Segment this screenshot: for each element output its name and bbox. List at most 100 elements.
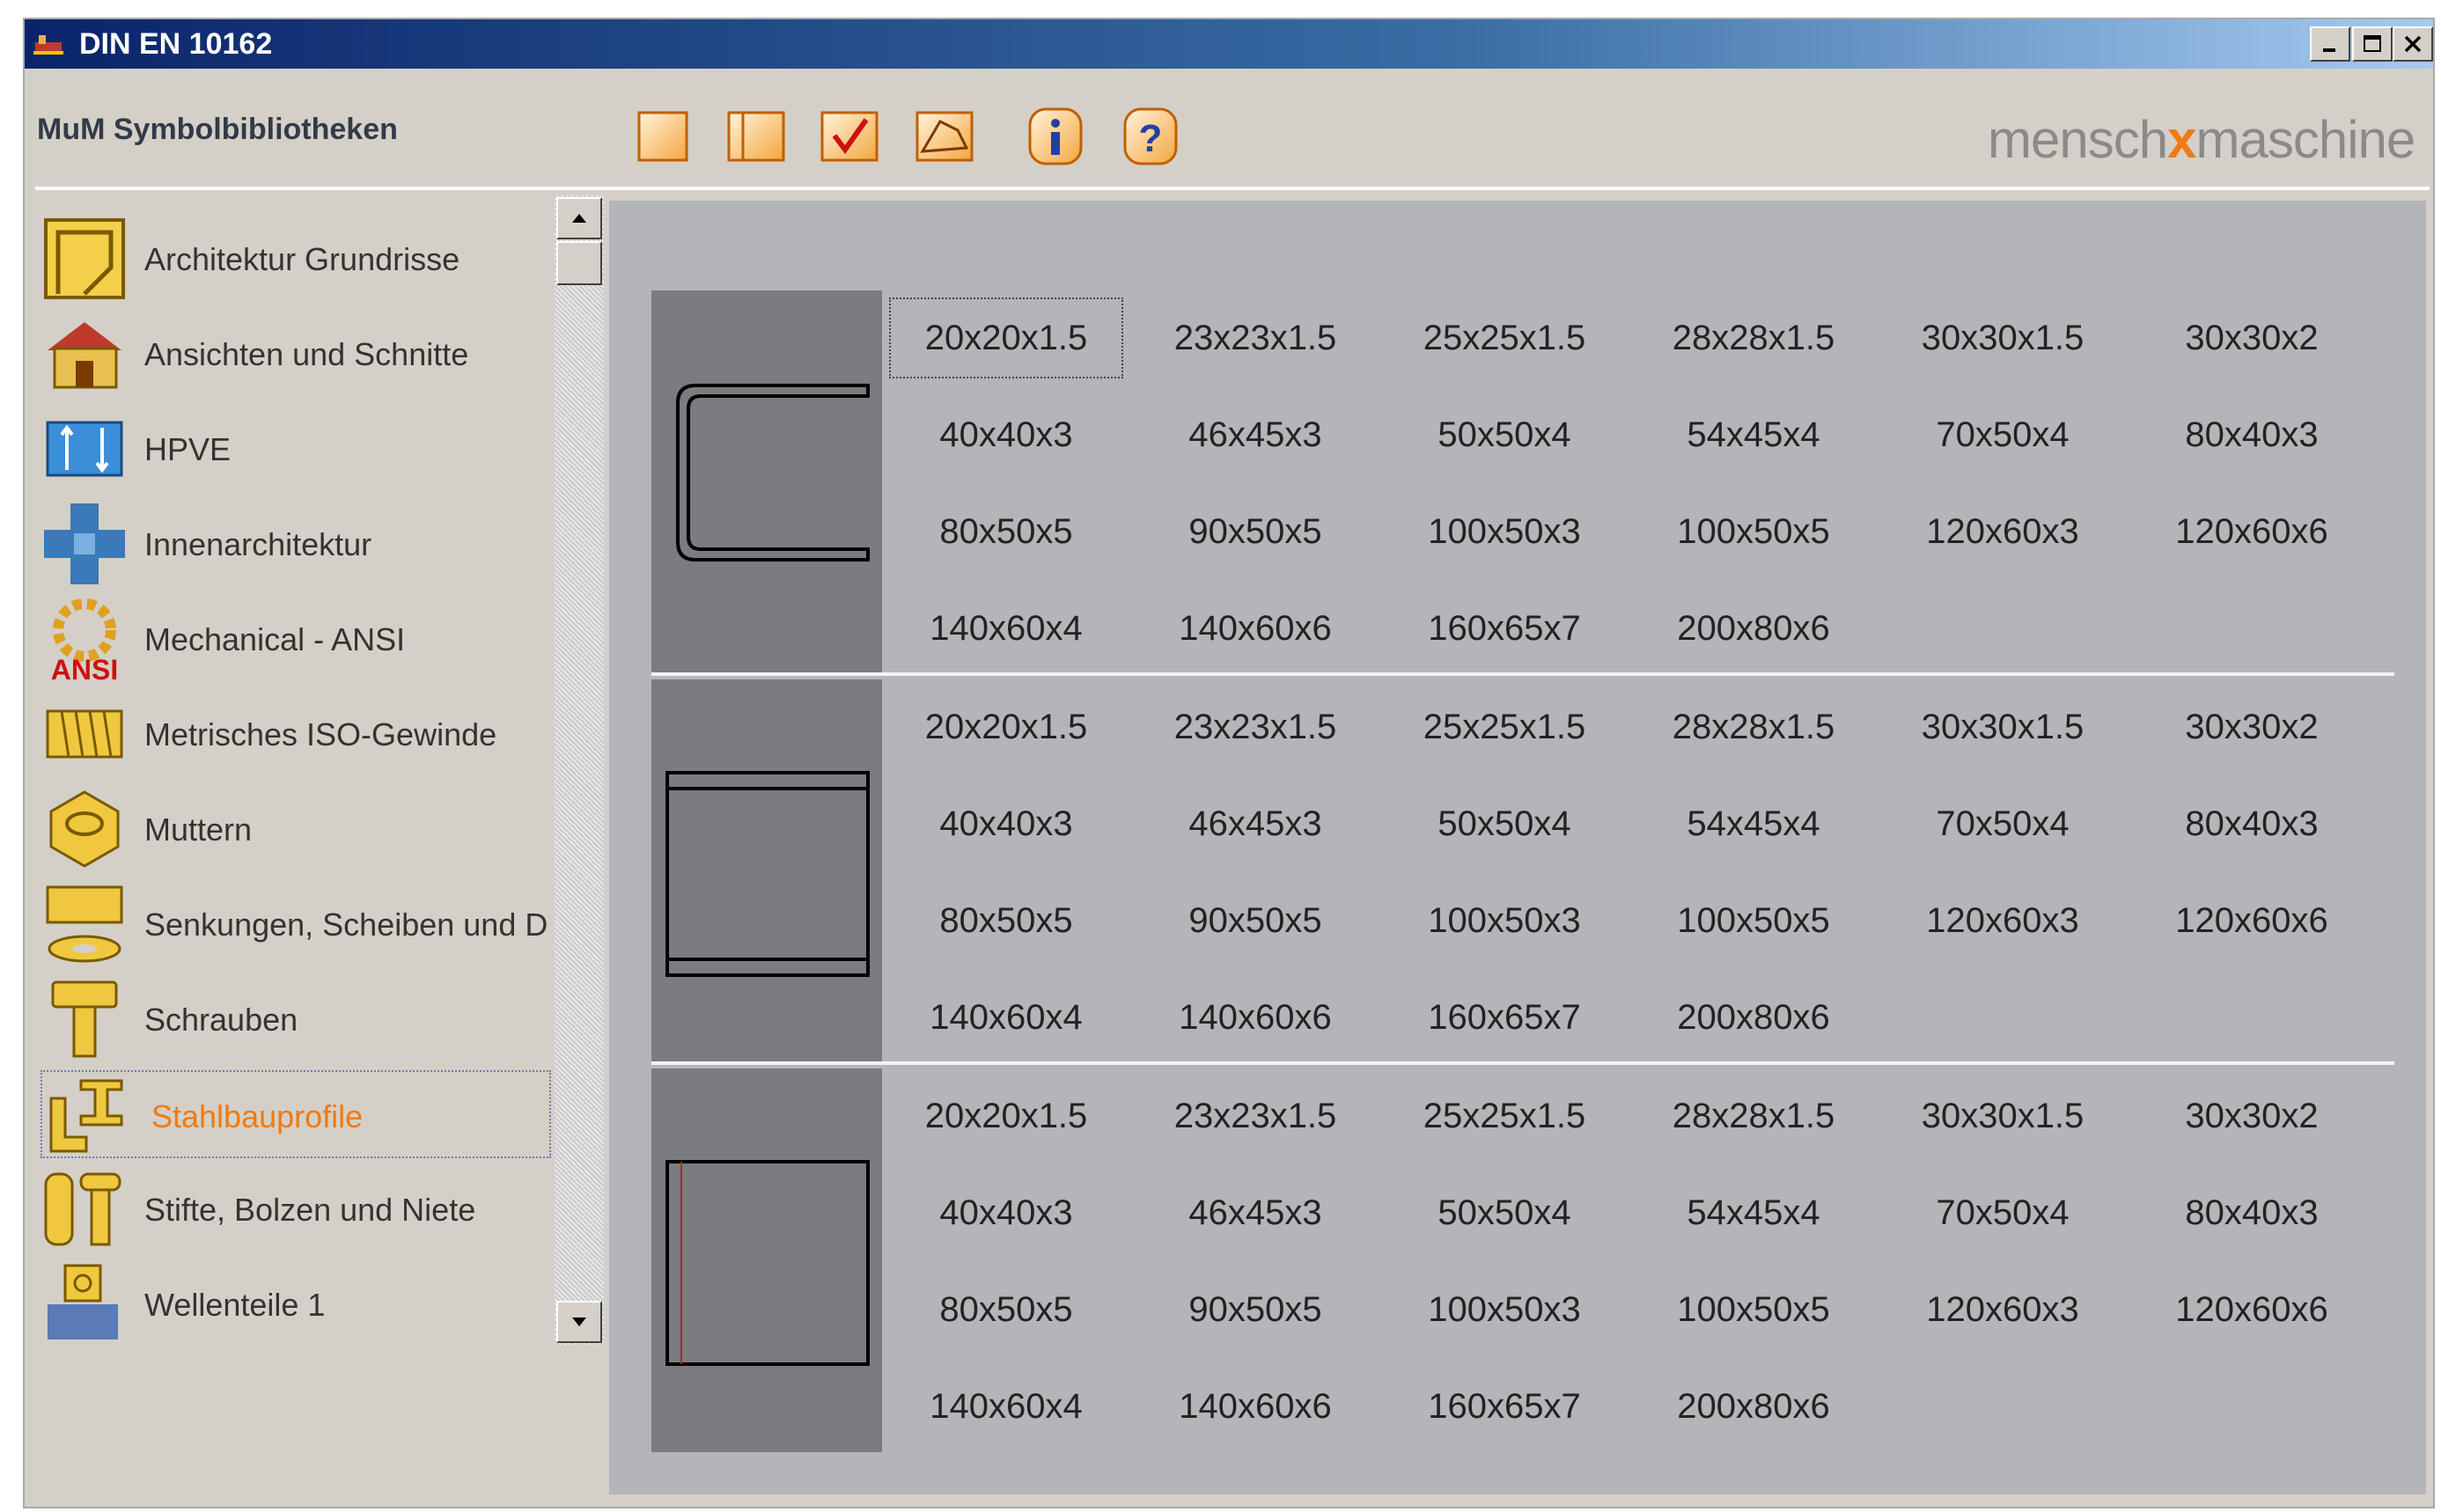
sidebar-item-schrauben[interactable]: Schrauben [40, 975, 551, 1063]
dimension-item[interactable]: 70x50x4 [1884, 1171, 2121, 1255]
minimize-button[interactable] [2310, 26, 2350, 62]
dimension-item[interactable]: 100x50x3 [1386, 1267, 1623, 1352]
sidebar-item-iso-gewinde[interactable]: Metrisches ISO-Gewinde [40, 690, 551, 778]
profile-panel: 20x20x1.5 23x23x1.5 25x25x1.5 28x28x1.5 30x3… [609, 201, 2426, 1494]
dimension-item[interactable]: 160x65x7 [1386, 586, 1623, 671]
dimension-item[interactable]: 54x45x4 [1635, 782, 1872, 866]
profile-preview-c-channel[interactable] [651, 290, 882, 674]
dimension-item[interactable]: 200x80x6 [1635, 975, 1872, 1060]
dimension-item[interactable]: 50x50x4 [1386, 1171, 1623, 1255]
insert-icon[interactable] [914, 104, 975, 167]
dimension-item[interactable]: 70x50x4 [1884, 782, 2121, 866]
dimension-item[interactable]: 80x50x5 [887, 1267, 1125, 1352]
dimension-item[interactable]: 200x80x6 [1635, 586, 1872, 671]
dimension-item[interactable]: 80x40x3 [2133, 393, 2371, 477]
sidebar-item-muttern[interactable]: Muttern [40, 785, 551, 873]
close-button[interactable] [2393, 26, 2433, 62]
sidebar-item-label: Stifte, Bolzen und Niete [144, 1192, 476, 1228]
dimension-item[interactable]: 140x60x6 [1136, 1364, 1374, 1449]
dimension-item[interactable]: 140x60x6 [1136, 975, 1374, 1060]
dimension-item[interactable]: 140x60x4 [887, 586, 1125, 671]
dimension-item[interactable]: 90x50x5 [1136, 1267, 1374, 1352]
sidebar-item-mechanical-ansi[interactable]: ANSI Mechanical - ANSI [40, 595, 551, 683]
dimension-item[interactable]: 30x30x1.5 [1884, 296, 2121, 380]
dimension-item[interactable]: 23x23x1.5 [1136, 685, 1374, 769]
sidebar-item-stifte[interactable]: Stifte, Bolzen und Niete [40, 1165, 551, 1253]
steel-profile-icon [49, 1079, 123, 1153]
dimension-item[interactable]: 140x60x4 [887, 1364, 1125, 1449]
dimension-item[interactable]: 54x45x4 [1635, 393, 1872, 477]
dimension-item[interactable]: 100x50x5 [1635, 1267, 1872, 1352]
dimension-item[interactable]: 80x40x3 [2133, 1171, 2371, 1255]
dimension-item[interactable]: 120x60x3 [1884, 878, 2121, 963]
scroll-thumb[interactable] [556, 241, 602, 285]
dimension-item[interactable]: 90x50x5 [1136, 878, 1374, 963]
dimension-item[interactable]: 160x65x7 [1386, 1364, 1623, 1449]
dimension-item[interactable]: 30x30x2 [2133, 1074, 2371, 1158]
check-icon[interactable] [819, 104, 880, 167]
dimension-item[interactable]: 100x50x3 [1386, 489, 1623, 574]
dimension-item[interactable]: 90x50x5 [1136, 489, 1374, 574]
dimension-item[interactable]: 30x30x2 [2133, 296, 2371, 380]
title-bar[interactable]: DIN EN 10162 [25, 19, 2433, 69]
dimension-item[interactable]: 20x20x1.5 [887, 296, 1125, 380]
dimension-item[interactable]: 54x45x4 [1635, 1171, 1872, 1255]
sidebar-item-ansichten[interactable]: Ansichten und Schnitte [40, 310, 551, 398]
profile-preview-box-section[interactable] [651, 1068, 882, 1452]
sidebar-item-hpve[interactable]: HPVE [40, 405, 551, 493]
sidebar-item-innenarchitektur[interactable]: Innenarchitektur [40, 500, 551, 588]
scroll-up-button[interactable] [556, 197, 602, 239]
info-icon[interactable] [1025, 104, 1086, 167]
dimension-item[interactable]: 28x28x1.5 [1635, 1074, 1872, 1158]
sidebar-scrollbar[interactable] [555, 195, 604, 1345]
dimension-item[interactable]: 120x60x6 [2133, 1267, 2371, 1352]
dimension-item[interactable]: 120x60x6 [2133, 878, 2371, 963]
dimension-item[interactable]: 100x50x5 [1635, 878, 1872, 963]
dimension-item[interactable]: 46x45x3 [1136, 782, 1374, 866]
dimension-item[interactable]: 30x30x1.5 [1884, 1074, 2121, 1158]
dimension-item[interactable]: 120x60x3 [1884, 489, 2121, 574]
dimension-item[interactable]: 200x80x6 [1635, 1364, 1872, 1449]
dimension-item[interactable]: 160x65x7 [1386, 975, 1623, 1060]
sidebar-item-label: Schrauben [144, 1002, 298, 1038]
dimension-item[interactable]: 100x50x5 [1635, 489, 1872, 574]
dimension-item[interactable]: 20x20x1.5 [887, 1074, 1125, 1158]
dimension-item[interactable]: 23x23x1.5 [1136, 1074, 1374, 1158]
dimension-item[interactable]: 25x25x1.5 [1386, 685, 1623, 769]
dimension-item[interactable]: 40x40x3 [887, 393, 1125, 477]
dimension-item[interactable]: 120x60x6 [2133, 489, 2371, 574]
maximize-button[interactable] [2352, 26, 2393, 62]
dimension-item[interactable]: 23x23x1.5 [1136, 296, 1374, 380]
new-doc-icon[interactable] [632, 104, 694, 167]
dimension-item[interactable]: 80x40x3 [2133, 782, 2371, 866]
sidebar-item-architektur[interactable]: Architektur Grundrisse [40, 215, 551, 303]
dimension-item[interactable]: 100x50x3 [1386, 878, 1623, 963]
dimension-item[interactable]: 30x30x2 [2133, 685, 2371, 769]
app-window: DIN EN 10162 MuM Symbolbibliotheken ? me… [23, 18, 2435, 1508]
dimension-item[interactable]: 28x28x1.5 [1635, 685, 1872, 769]
dimension-item[interactable]: 50x50x4 [1386, 393, 1623, 477]
dimension-item[interactable]: 28x28x1.5 [1635, 296, 1872, 380]
dimension-item[interactable]: 40x40x3 [887, 1171, 1125, 1255]
dimension-item[interactable]: 80x50x5 [887, 489, 1125, 574]
help-icon[interactable]: ? [1120, 104, 1181, 167]
dimension-item[interactable]: 25x25x1.5 [1386, 1074, 1623, 1158]
open-doc-icon[interactable] [725, 104, 787, 167]
profile-preview-u-section[interactable] [651, 679, 882, 1063]
dimension-item[interactable]: 140x60x4 [887, 975, 1125, 1060]
dimension-item[interactable]: 50x50x4 [1386, 782, 1623, 866]
dimension-item[interactable]: 120x60x3 [1884, 1267, 2121, 1352]
dimension-item[interactable]: 80x50x5 [887, 878, 1125, 963]
dimension-item[interactable]: 46x45x3 [1136, 1171, 1374, 1255]
scroll-down-button[interactable] [556, 1301, 602, 1343]
dimension-item[interactable]: 140x60x6 [1136, 586, 1374, 671]
dimension-item[interactable]: 25x25x1.5 [1386, 296, 1623, 380]
dimension-item[interactable]: 70x50x4 [1884, 393, 2121, 477]
dimension-item[interactable]: 30x30x1.5 [1884, 685, 2121, 769]
sidebar-item-stahlbauprofile[interactable]: Stahlbauprofile [40, 1070, 551, 1158]
dimension-item[interactable]: 20x20x1.5 [887, 685, 1125, 769]
dimension-item[interactable]: 46x45x3 [1136, 393, 1374, 477]
dimension-item[interactable]: 40x40x3 [887, 782, 1125, 866]
sidebar-item-senkungen[interactable]: Senkungen, Scheiben und Du [40, 880, 551, 968]
sidebar-item-wellenteile[interactable]: Wellenteile 1 [40, 1260, 551, 1348]
